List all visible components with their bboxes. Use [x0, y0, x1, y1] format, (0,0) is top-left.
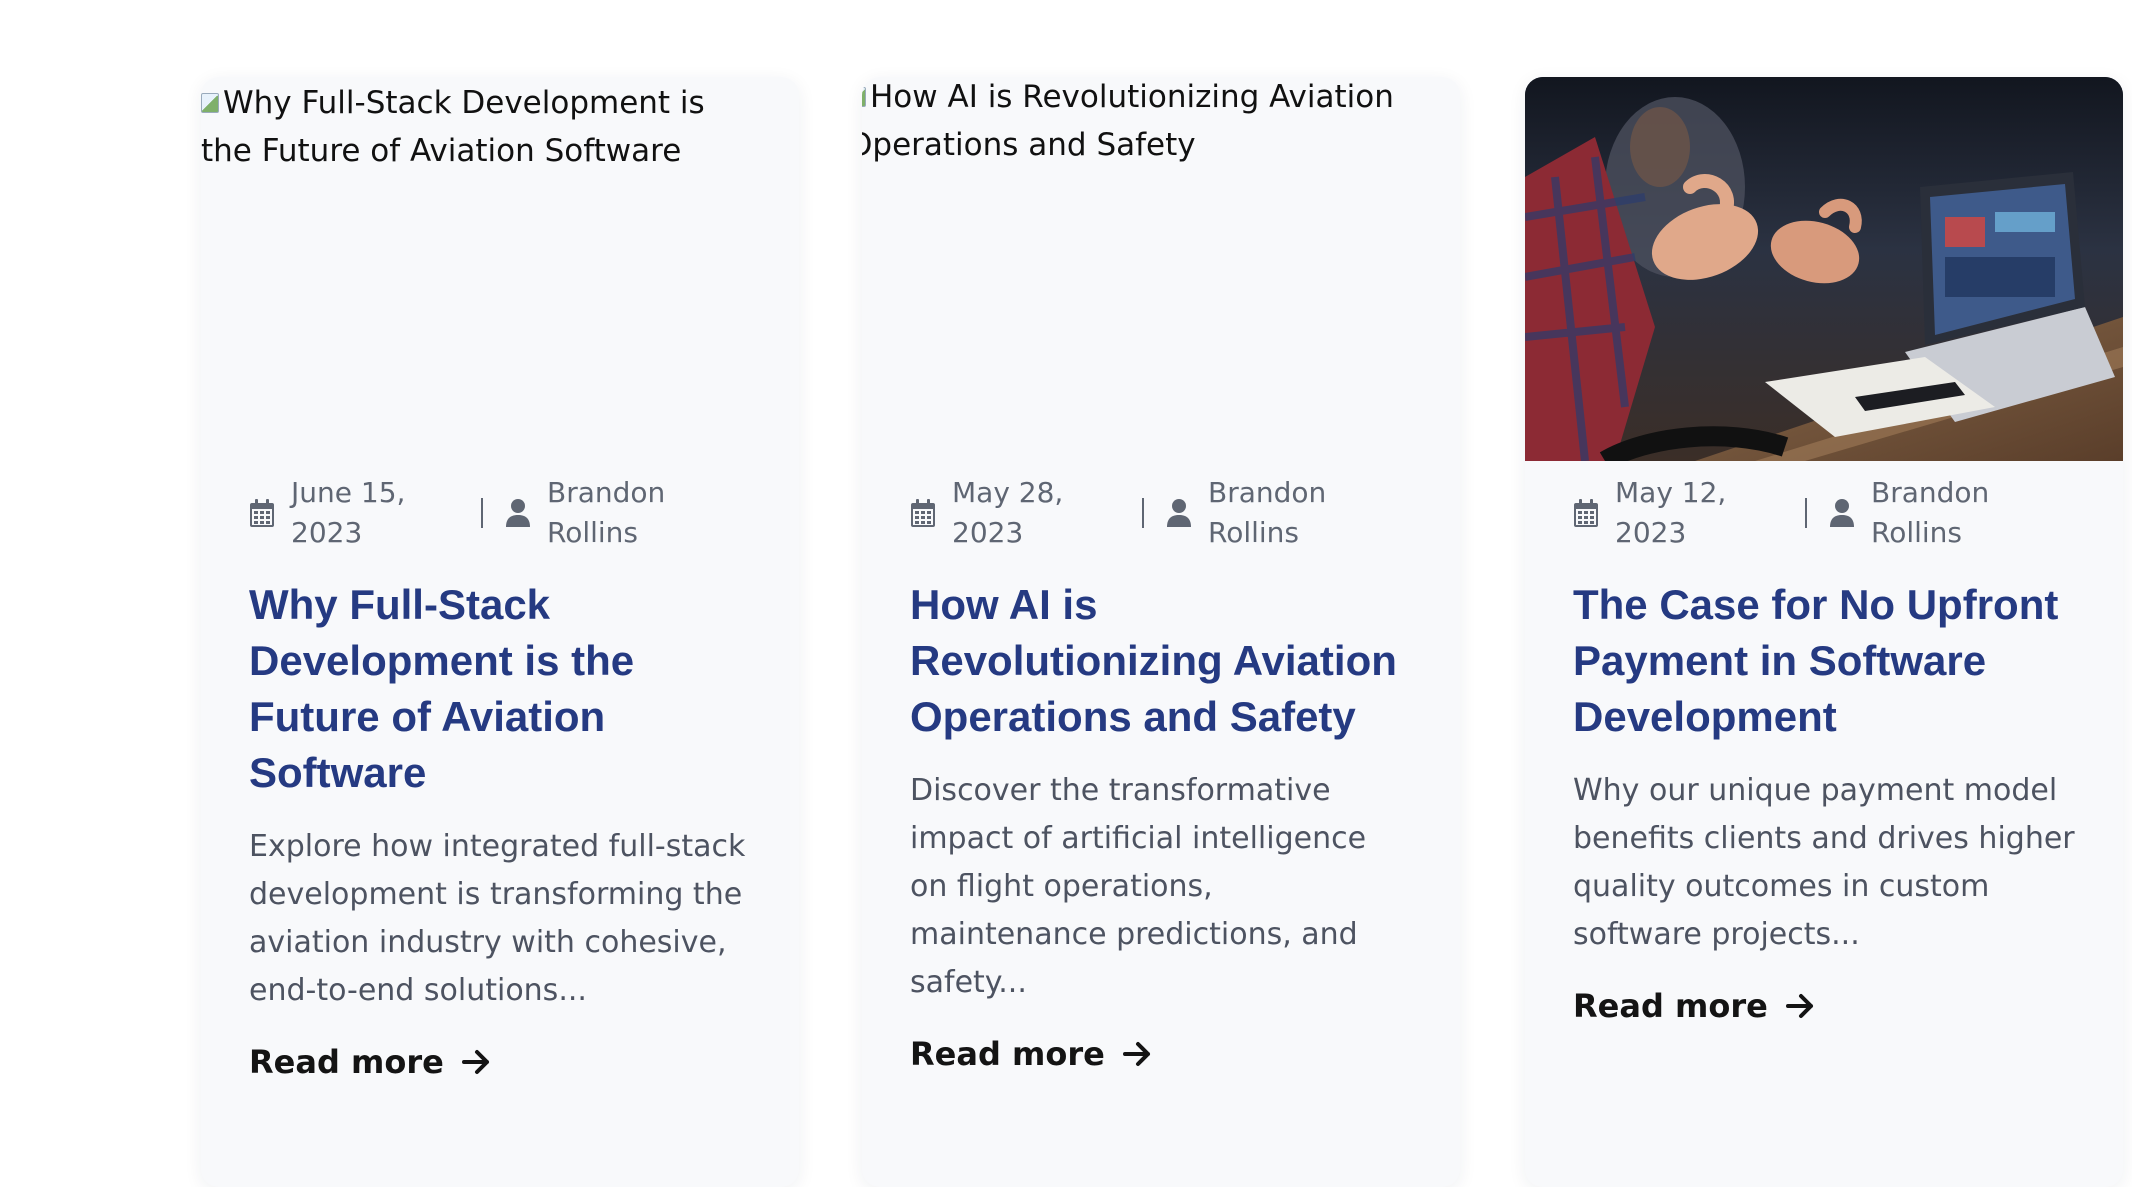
arrow-right-icon: [1785, 994, 1813, 1018]
post-date: June 15, 2023: [291, 476, 406, 549]
post-date: May 12, 2023: [1615, 476, 1727, 549]
post-date: May 28, 2023: [952, 476, 1064, 549]
user-icon: [506, 499, 530, 527]
calendar-icon: [911, 499, 935, 527]
post-title[interactable]: How AI is Revolutionizing Aviation Opera…: [910, 577, 1412, 745]
blog-card-image[interactable]: Why Full-Stack Development is the Future…: [201, 77, 799, 461]
post-meta: June 15, 2023 Brandon Rollins: [249, 473, 751, 553]
read-more-label: Read more: [910, 1035, 1105, 1073]
user-icon: [1167, 499, 1191, 527]
post-meta: May 28, 2023 Brandon Rollins: [910, 473, 1412, 553]
blog-card-image[interactable]: [1525, 77, 2123, 461]
post-author: Brandon Rollins: [1208, 476, 1327, 549]
post-meta: May 12, 2023 Brandon Rollins: [1573, 473, 2075, 553]
post-title[interactable]: The Case for No Upfront Payment in Softw…: [1573, 577, 2075, 745]
blog-card: Why Full-Stack Development is the Future…: [201, 77, 799, 1187]
meta-divider: [1142, 498, 1144, 528]
blog-card-grid: Why Full-Stack Development is the Future…: [201, 77, 2132, 1187]
calendar-icon: [1574, 499, 1598, 527]
meta-divider: [1805, 498, 1807, 528]
blog-card: May 12, 2023 Brandon Rollins The Case fo…: [1525, 77, 2123, 1187]
post-author: Brandon Rollins: [547, 476, 666, 549]
read-more-label: Read more: [1573, 987, 1768, 1025]
blog-card-image[interactable]: How AI is Revolutionizing Aviation Opera…: [862, 77, 1460, 461]
read-more-link[interactable]: Read more: [1573, 987, 1816, 1025]
blog-card: How AI is Revolutionizing Aviation Opera…: [862, 77, 1460, 1187]
read-more-link[interactable]: Read more: [910, 1035, 1153, 1073]
meeting-photo: [1525, 77, 2123, 461]
broken-image-icon: [201, 93, 221, 115]
post-excerpt: Discover the transformative impact of ar…: [910, 773, 1367, 1000]
meta-divider: [481, 498, 483, 528]
image-alt-text: How AI is Revolutionizing Aviation Opera…: [862, 79, 1394, 163]
post-author: Brandon Rollins: [1871, 476, 1990, 549]
post-excerpt: Why our unique payment model benefits cl…: [1573, 773, 2075, 952]
read-more-link[interactable]: Read more: [249, 1043, 492, 1081]
post-excerpt: Explore how integrated full-stack develo…: [249, 829, 746, 1008]
arrow-right-icon: [461, 1050, 489, 1074]
image-alt-text: Why Full-Stack Development is the Future…: [201, 85, 705, 169]
calendar-icon: [250, 499, 274, 527]
arrow-right-icon: [1122, 1042, 1150, 1066]
broken-image-icon: [862, 87, 868, 109]
read-more-label: Read more: [249, 1043, 444, 1081]
user-icon: [1830, 499, 1854, 527]
post-title[interactable]: Why Full-Stack Development is the Future…: [249, 577, 751, 801]
